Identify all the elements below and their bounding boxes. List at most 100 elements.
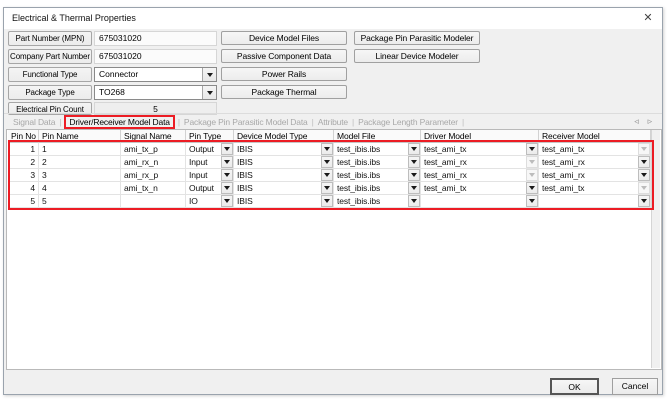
cell-receiver-model-select[interactable]: [539, 195, 651, 208]
cell-model-file-select[interactable]: test_ibis.ibs: [334, 182, 421, 195]
cell-device-model-type-select[interactable]: IBIS: [234, 169, 334, 182]
tab-strip: Signal Data|Driver/Receiver Model Data|P…: [4, 113, 662, 129]
chevron-down-icon: [638, 143, 650, 155]
dialog-title: Electrical & Thermal Properties: [12, 13, 136, 23]
chevron-down-icon[interactable]: [321, 156, 333, 168]
tab-scroll-controls: ◃ ▹: [634, 116, 662, 127]
chevron-down-icon[interactable]: [638, 156, 650, 168]
tab-signal-data[interactable]: Signal Data: [11, 116, 57, 128]
tab-attribute[interactable]: Attribute: [316, 116, 350, 128]
package-pin-parasitic-modeler-button[interactable]: Package Pin Parasitic Modeler: [354, 31, 480, 45]
chevron-down-glyph: [324, 186, 330, 190]
cell-driver-model-select[interactable]: [421, 195, 539, 208]
cell-receiver-model-select[interactable]: test_ami_rx: [539, 156, 651, 169]
chevron-down-glyph: [324, 160, 330, 164]
cell-device-model-type-select[interactable]: IBIS: [234, 143, 334, 156]
chevron-down-icon[interactable]: [202, 68, 216, 81]
cell-pin-type-select[interactable]: Output: [186, 143, 234, 156]
cell-driver-model-select[interactable]: test_ami_rx: [421, 169, 539, 182]
cell-signal-name[interactable]: ami_rx_n: [121, 156, 186, 169]
field-label-part-number-mpn: Part Number (MPN): [8, 31, 92, 46]
cell-pin-type-select[interactable]: Output: [186, 182, 234, 195]
cell-driver-model-select[interactable]: test_ami_rx: [421, 156, 539, 169]
chevron-down-icon[interactable]: [321, 182, 333, 194]
chevron-down-glyph: [324, 147, 330, 151]
device-model-files-button[interactable]: Device Model Files: [221, 31, 347, 45]
chevron-down-icon[interactable]: [526, 195, 538, 207]
chevron-down-icon[interactable]: [321, 195, 333, 207]
vertical-scrollbar[interactable]: [651, 130, 660, 368]
chevron-down-icon: [638, 182, 650, 194]
package-thermal-button[interactable]: Package Thermal: [221, 85, 347, 99]
cell-model-file-select[interactable]: test_ibis.ibs: [334, 169, 421, 182]
cell-signal-name[interactable]: ami_tx_p: [121, 143, 186, 156]
title-bar: Electrical & Thermal Properties ✕: [4, 8, 662, 29]
cell-pin-type-select[interactable]: Input: [186, 156, 234, 169]
cell-model-file-select[interactable]: test_ibis.ibs: [334, 143, 421, 156]
power-rails-button[interactable]: Power Rails: [221, 67, 347, 81]
chevron-down-glyph: [224, 186, 230, 190]
chevron-down-icon[interactable]: [221, 143, 233, 155]
chevron-down-icon[interactable]: [221, 169, 233, 181]
chevron-down-icon[interactable]: [221, 195, 233, 207]
cell-driver-model-select[interactable]: test_ami_tx: [421, 143, 539, 156]
close-icon[interactable]: ✕: [641, 11, 655, 25]
chevron-down-icon[interactable]: [408, 182, 420, 194]
cell-device-model-type-select[interactable]: IBIS: [234, 182, 334, 195]
ok-button[interactable]: OK: [550, 378, 599, 395]
cell-device-model-type-select[interactable]: IBIS: [234, 156, 334, 169]
tab-scroll-right-icon[interactable]: ▹: [648, 116, 652, 127]
chevron-down-icon[interactable]: [321, 143, 333, 155]
part-number-mpn-field[interactable]: 675031020: [94, 31, 217, 46]
chevron-down-icon[interactable]: [526, 143, 538, 155]
chevron-down-icon[interactable]: [408, 156, 420, 168]
cell-pin-name[interactable]: 4: [39, 182, 121, 195]
tab-separator: |: [352, 117, 354, 127]
chevron-down-icon[interactable]: [202, 86, 216, 99]
cell-model-file-select[interactable]: test_ibis.ibs: [334, 195, 421, 208]
cell-receiver-model-select[interactable]: test_ami_tx: [539, 182, 651, 195]
tab-scroll-left-icon[interactable]: ◃: [634, 116, 638, 127]
chevron-down-icon[interactable]: [221, 182, 233, 194]
cell-driver-model-select[interactable]: test_ami_tx: [421, 182, 539, 195]
chevron-down-icon[interactable]: [408, 169, 420, 181]
cell-pin-no: 1: [8, 143, 39, 156]
cell-pin-no: 3: [8, 169, 39, 182]
chevron-down-glyph: [224, 147, 230, 151]
tab-package-length-parameter[interactable]: Package Length Parameter: [356, 116, 460, 128]
chevron-down-icon[interactable]: [638, 169, 650, 181]
chevron-down-glyph: [207, 91, 213, 95]
cell-signal-name[interactable]: ami_rx_p: [121, 169, 186, 182]
chevron-down-icon[interactable]: [221, 156, 233, 168]
cell-signal-name[interactable]: [121, 195, 186, 208]
cell-pin-no: 4: [8, 182, 39, 195]
passive-component-data-button[interactable]: Passive Component Data: [221, 49, 347, 63]
cell-pin-type-select[interactable]: Input: [186, 169, 234, 182]
cell-pin-name[interactable]: 1: [39, 143, 121, 156]
cell-pin-name[interactable]: 2: [39, 156, 121, 169]
chevron-down-icon[interactable]: [526, 182, 538, 194]
chevron-down-icon[interactable]: [408, 143, 420, 155]
tab-package-pin-parasitic-model-data[interactable]: Package Pin Parasitic Model Data: [182, 116, 310, 128]
cell-receiver-model-select[interactable]: test_ami_rx: [539, 169, 651, 182]
cell-pin-type-select[interactable]: IO: [186, 195, 234, 208]
functional-type-select[interactable]: Connector: [94, 67, 217, 82]
chevron-down-icon[interactable]: [638, 195, 650, 207]
cell-pin-name[interactable]: 5: [39, 195, 121, 208]
chevron-down-glyph: [641, 160, 647, 164]
cell-model-file-select[interactable]: test_ibis.ibs: [334, 156, 421, 169]
tab-driver-receiver-model-data[interactable]: Driver/Receiver Model Data: [64, 115, 175, 129]
tab-content-panel: Pin NoPin NameSignal NamePin TypeDevice …: [6, 129, 662, 370]
cell-receiver-model-select[interactable]: test_ami_tx: [539, 143, 651, 156]
chevron-down-glyph: [224, 173, 230, 177]
linear-device-modeler-button[interactable]: Linear Device Modeler: [354, 49, 480, 63]
chevron-down-icon[interactable]: [408, 195, 420, 207]
package-type-select[interactable]: TO268: [94, 85, 217, 100]
company-part-number-field[interactable]: 675031020: [94, 49, 217, 64]
chevron-down-icon[interactable]: [321, 169, 333, 181]
cell-device-model-type-select[interactable]: IBIS: [234, 195, 334, 208]
cell-pin-name[interactable]: 3: [39, 169, 121, 182]
column-header-signal-name: Signal Name: [121, 130, 186, 143]
cancel-button[interactable]: Cancel: [612, 378, 658, 395]
cell-signal-name[interactable]: ami_tx_n: [121, 182, 186, 195]
